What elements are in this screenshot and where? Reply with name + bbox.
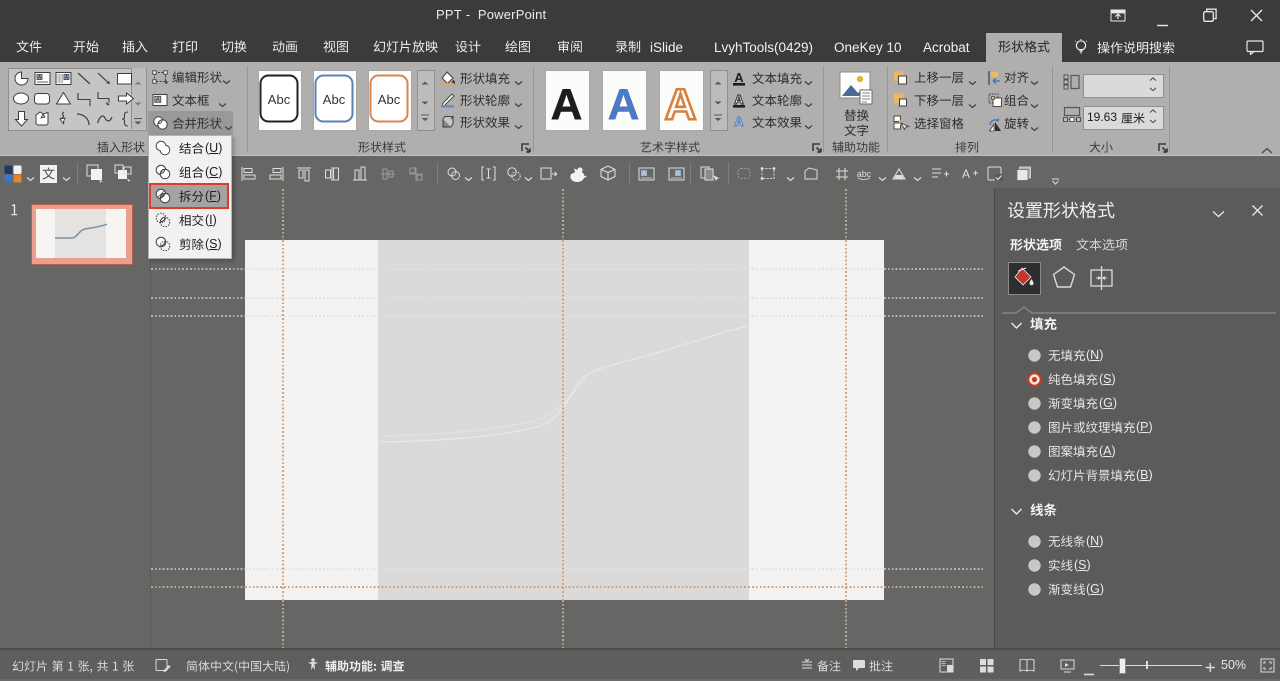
- svg-text:A: A: [676, 172, 680, 178]
- svg-text:A: A: [608, 80, 640, 129]
- svg-text:A: A: [734, 114, 744, 129]
- svg-text:A: A: [665, 80, 697, 129]
- svg-text:A: A: [156, 97, 160, 103]
- svg-text:A: A: [551, 80, 583, 129]
- svg-text:abc: abc: [857, 169, 872, 179]
- svg-text:A: A: [642, 172, 646, 178]
- svg-text:A: A: [734, 92, 744, 107]
- svg-text:A: A: [734, 70, 744, 85]
- svg-text:A: A: [962, 167, 970, 181]
